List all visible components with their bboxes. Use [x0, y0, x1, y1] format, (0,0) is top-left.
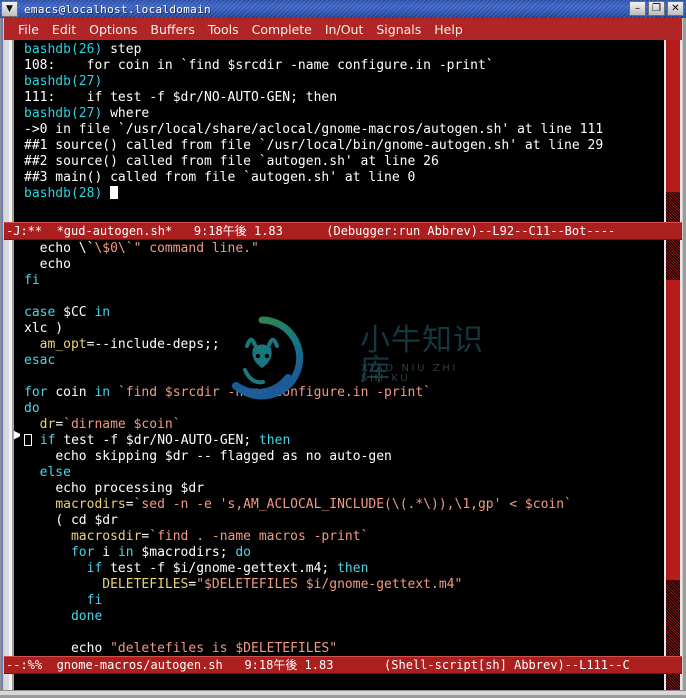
window-titlebar: ▼ emacs@localhost.localdomain – ❐ ✕ [0, 0, 686, 18]
minimize-button[interactable]: – [629, 1, 646, 16]
maximize-button[interactable]: ❐ [648, 1, 665, 16]
script-scrollbar-thumb[interactable] [666, 280, 680, 580]
window-right-border [682, 18, 686, 698]
window-title: emacs@localhost.localdomain [24, 2, 211, 16]
menu-item-tools[interactable]: Tools [208, 22, 239, 37]
minimize-icon: – [635, 2, 640, 14]
emacs-canvas: File Edit Options Buffers Tools Complete… [4, 18, 682, 690]
emacs-window: ▼ emacs@localhost.localdomain – ❐ ✕ File… [0, 0, 686, 698]
script-modeline-modes: (Shell-script[sh] Abbrev)--L111--C [384, 658, 630, 672]
maximize-icon: ❐ [652, 2, 661, 14]
gud-modeline-buffer: *gud-autogen.sh* [56, 224, 173, 238]
gud-buffer-text: bashdb(26) step 108: for coin in `find $… [24, 42, 604, 201]
close-icon: ✕ [671, 2, 680, 14]
gud-modeline: -J:** *gud-autogen.sh* 9:18午後 1.83 (Debu… [4, 222, 682, 240]
menu-item-complete[interactable]: Complete [252, 22, 312, 37]
window-controls: – ❐ ✕ [629, 1, 684, 16]
script-modeline: --:%% gnome-macros/autogen.sh 9:18午後 1.8… [4, 656, 682, 674]
gud-scrollbar-thumb[interactable] [666, 40, 680, 192]
close-button[interactable]: ✕ [667, 1, 684, 16]
minibuffer-scrollbar[interactable] [664, 674, 682, 690]
minibuffer-scrollbar-track[interactable] [666, 674, 680, 690]
menu-item-edit[interactable]: Edit [52, 22, 76, 37]
gud-modeline-flags: -J:** [6, 224, 43, 238]
point-cursor [24, 434, 32, 446]
minibuffer[interactable] [4, 674, 682, 690]
minibuffer-left-fringe [4, 674, 20, 690]
gud-text-area[interactable]: bashdb(26) step 108: for coin in `find $… [20, 40, 664, 222]
menu-item-inout[interactable]: In/Out [325, 22, 363, 37]
menu-item-help[interactable]: Help [434, 22, 463, 37]
text-cursor [110, 186, 119, 199]
gud-modeline-time: 9:18午後 1.83 [193, 224, 283, 238]
script-text-area[interactable]: echo \`\$0\`" command line." echo fi cas… [20, 240, 664, 656]
emacs-windows-area: bashdb(26) step 108: for coin in `find $… [4, 40, 682, 690]
gud-left-fringe [4, 40, 20, 222]
gud-window: bashdb(26) step 108: for coin in `find $… [4, 40, 682, 222]
script-window: ▶ echo \`\$0\`" command line." echo fi c… [4, 240, 682, 656]
script-buffer-text: echo \`\$0\`" command line." echo fi cas… [24, 241, 572, 656]
window-menu-chevron-icon[interactable]: ▼ [1, 1, 18, 17]
menu-item-signals[interactable]: Signals [376, 22, 421, 37]
script-modeline-buffer: gnome-macros/autogen.sh [56, 658, 223, 672]
menu-item-buffers[interactable]: Buffers [150, 22, 194, 37]
script-modeline-flags: --:%% [6, 658, 43, 672]
menu-item-options[interactable]: Options [89, 22, 137, 37]
minibuffer-text-area[interactable] [20, 674, 664, 690]
menu-bar: File Edit Options Buffers Tools Complete… [4, 18, 682, 40]
script-scrollbar[interactable] [664, 240, 682, 656]
gud-scrollbar[interactable] [664, 40, 682, 222]
script-left-fringe: ▶ [4, 240, 22, 656]
script-modeline-time: 9:18午後 1.83 [244, 658, 334, 672]
gud-modeline-modes: (Debugger:run Abbrev)--L92--C11--Bot---- [326, 224, 616, 238]
window-bottom-border [0, 690, 686, 698]
menu-item-file[interactable]: File [18, 22, 39, 37]
